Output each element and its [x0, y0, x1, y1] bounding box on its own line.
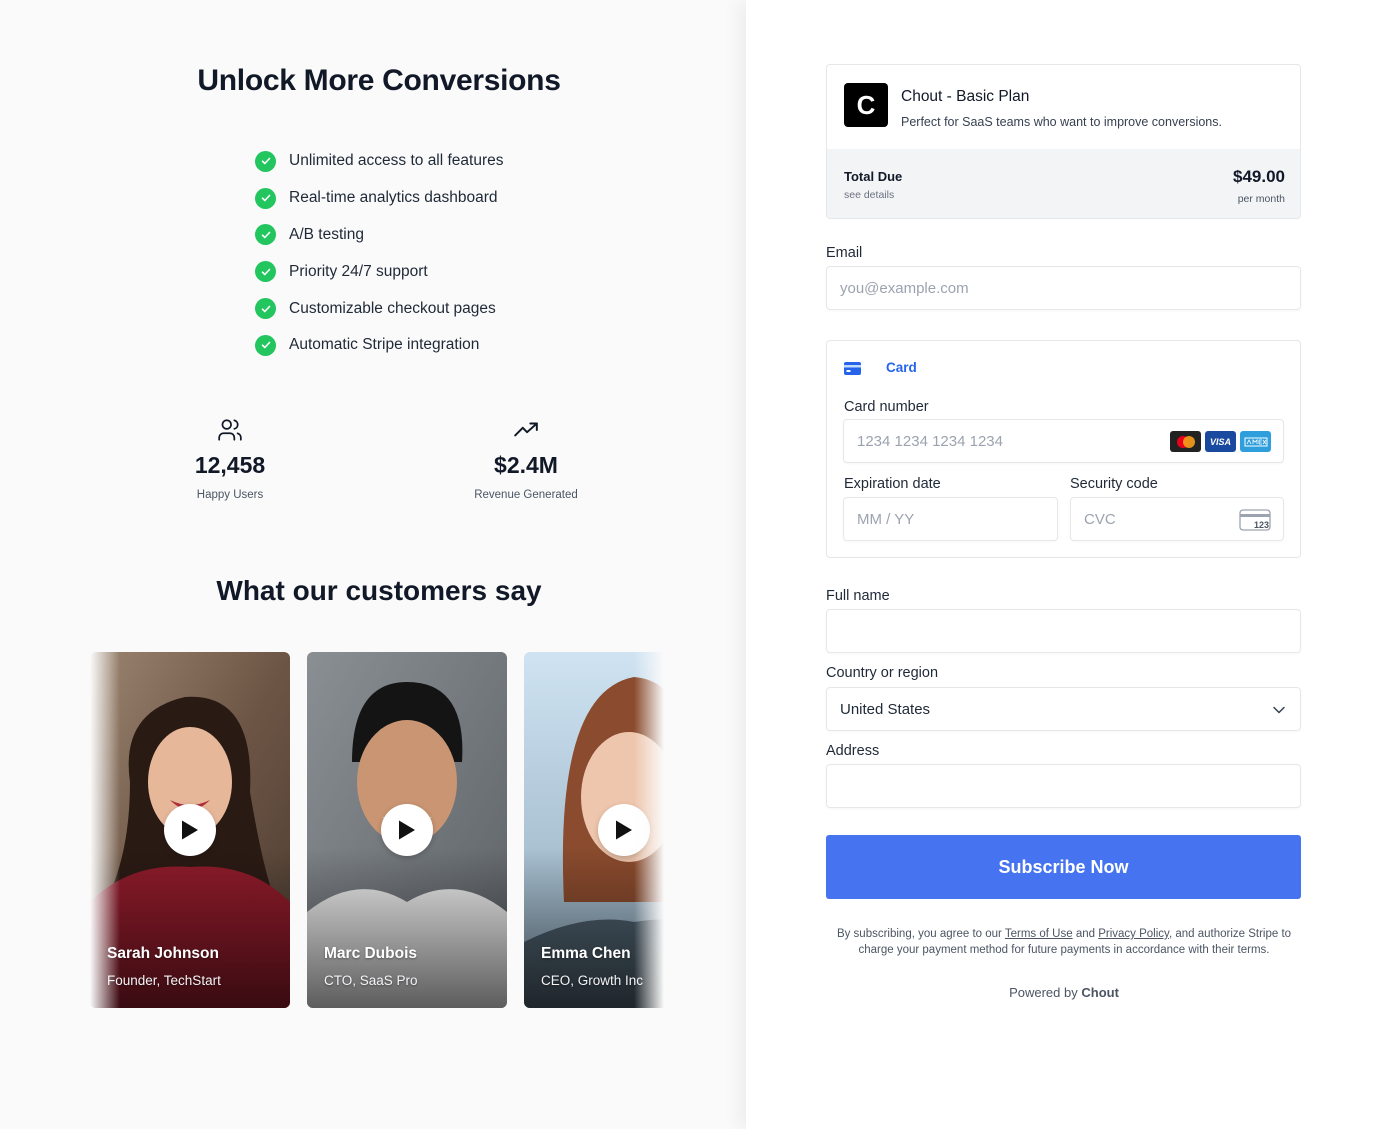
play-icon — [182, 820, 198, 840]
visa-icon: VISA — [1205, 431, 1236, 452]
country-select[interactable]: United States — [826, 687, 1301, 731]
email-label: Email — [826, 245, 863, 261]
feature-text: Unlimited access to all features — [289, 152, 504, 170]
cvc-field[interactable]: CVC 123 — [1070, 497, 1284, 541]
terms-link[interactable]: Terms of Use — [1005, 928, 1073, 940]
powered-brand[interactable]: Chout — [1081, 985, 1119, 1000]
see-details-link[interactable]: see details — [844, 189, 894, 201]
feature-list: Unlimited access to all features Real-ti… — [255, 143, 504, 364]
testimonial-role: CEO, Growth Inc — [541, 973, 644, 988]
testimonials-title: What our customers say — [216, 575, 542, 606]
testimonial-card[interactable]: Sarah Johnson Founder, TechStart — [90, 652, 290, 1008]
testimonial-card[interactable]: Marc Dubois CTO, SaaS Pro — [307, 652, 507, 1008]
users-icon — [130, 416, 330, 444]
card-number-placeholder: 1234 1234 1234 1234 — [857, 432, 1003, 450]
testimonial-role: Founder, TechStart — [107, 973, 221, 988]
trending-up-icon — [426, 416, 626, 444]
tab-card[interactable]: Card — [886, 360, 917, 375]
stat-happy-users: 12,458 Happy Users — [130, 416, 330, 501]
cvc-placeholder: CVC — [1084, 510, 1116, 528]
feature-item: Customizable checkout pages — [255, 290, 504, 327]
feature-item: Real-time analytics dashboard — [255, 180, 504, 217]
country-value: United States — [840, 700, 931, 718]
brand-logo: C — [844, 83, 888, 127]
subscribe-button[interactable]: Subscribe Now — [826, 835, 1301, 899]
marketing-panel: Unlock More Conversions Unlimited access… — [0, 0, 746, 1129]
card-number-label: Card number — [844, 399, 929, 415]
stat-value: $2.4M — [494, 452, 558, 478]
testimonial-role: CTO, SaaS Pro — [324, 973, 418, 988]
payment-card-section: Card Card number 1234 1234 1234 1234 VIS… — [826, 340, 1301, 558]
billing-period: per month — [1237, 193, 1285, 205]
feature-text: Customizable checkout pages — [289, 299, 496, 317]
svg-text:123: 123 — [1254, 520, 1269, 530]
email-field[interactable]: you@example.com — [826, 266, 1301, 310]
amex-icon — [1240, 431, 1271, 452]
cvc-card-icon: 123 — [1239, 509, 1271, 531]
plan-summary: C Chout - Basic Plan Perfect for SaaS te… — [826, 64, 1301, 219]
mastercard-icon — [1170, 431, 1201, 452]
chevron-down-icon — [1273, 706, 1285, 714]
privacy-link[interactable]: Privacy Policy — [1098, 928, 1169, 940]
check-icon — [255, 150, 276, 172]
check-icon — [255, 334, 276, 356]
feature-text: Real-time analytics dashboard — [289, 189, 498, 207]
address-label: Address — [826, 743, 880, 759]
check-icon — [255, 261, 276, 283]
check-icon — [255, 298, 276, 320]
total-amount: $49.00 — [1233, 167, 1285, 186]
card-brands: VISA — [1170, 431, 1271, 452]
testimonial-carousel[interactable]: Sarah Johnson Founder, TechStart Marc Du… — [90, 652, 664, 1008]
stat-label: Happy Users — [196, 489, 264, 501]
testimonial-name: Emma Chen — [541, 945, 631, 962]
credit-card-icon — [844, 362, 861, 375]
powered-by: Powered by Chout — [1009, 985, 1119, 1000]
feature-item: A/B testing — [255, 217, 504, 254]
legal-notice: By subscribing, you agree to our Terms o… — [836, 928, 1292, 956]
feature-item: Automatic Stripe integration — [255, 327, 504, 364]
play-icon — [616, 820, 632, 840]
play-icon — [399, 820, 415, 840]
play-button[interactable] — [381, 804, 433, 856]
feature-text: A/B testing — [289, 225, 364, 243]
total-due-section: Total Due see details $49.00 per month — [827, 149, 1300, 218]
country-label: Country or region — [826, 665, 939, 681]
checkout-panel: C Chout - Basic Plan Perfect for SaaS te… — [746, 0, 1384, 1129]
feature-text: Priority 24/7 support — [289, 262, 428, 280]
address-field[interactable] — [826, 764, 1301, 808]
card-number-field[interactable]: 1234 1234 1234 1234 VISA — [843, 419, 1284, 463]
stat-value: 12,458 — [194, 452, 266, 478]
total-label: Total Due — [844, 169, 903, 184]
plan-description: Perfect for SaaS teams who want to impro… — [901, 115, 1222, 129]
testimonial-name: Marc Dubois — [324, 945, 418, 962]
feature-text: Automatic Stripe integration — [289, 336, 480, 354]
feature-item: Priority 24/7 support — [255, 253, 504, 290]
fullname-field[interactable] — [826, 609, 1301, 653]
check-icon — [255, 224, 276, 246]
play-button[interactable] — [164, 804, 216, 856]
fullname-label: Full name — [826, 588, 890, 604]
hero-title: Unlock More Conversions — [197, 64, 561, 97]
feature-item: Unlimited access to all features — [255, 143, 504, 180]
plan-name: Chout - Basic Plan — [901, 88, 1030, 105]
stat-label: Revenue Generated — [474, 489, 578, 501]
cvc-label: Security code — [1070, 476, 1158, 492]
expiry-label: Expiration date — [844, 476, 941, 492]
check-icon — [255, 187, 276, 209]
stat-revenue: $2.4M Revenue Generated — [426, 416, 626, 501]
testimonial-name: Sarah Johnson — [107, 945, 219, 962]
expiry-field[interactable]: MM / YY — [843, 497, 1058, 541]
